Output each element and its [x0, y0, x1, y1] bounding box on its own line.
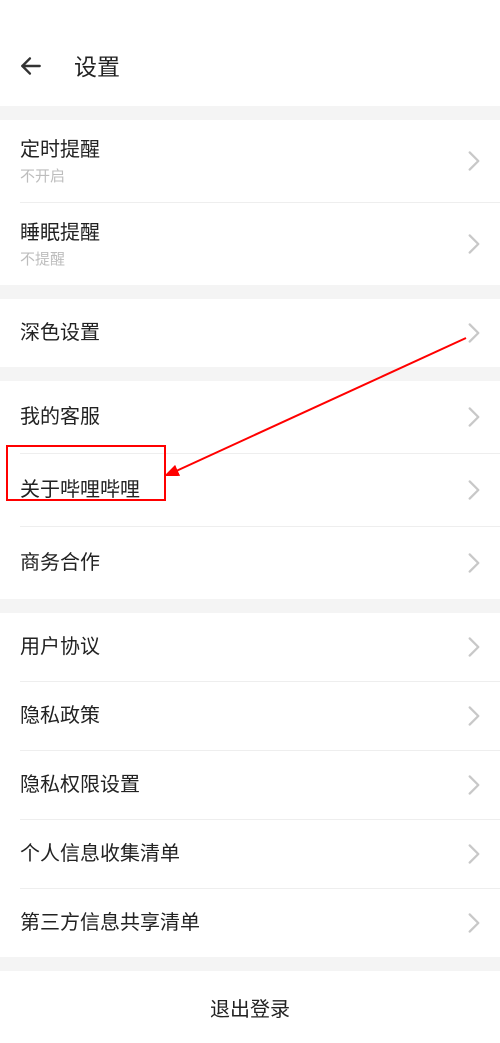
settings-group: 我的客服 关于哔哩哔哩 商务合作	[0, 381, 500, 599]
row-timer-reminder[interactable]: 定时提醒 不开启	[0, 120, 500, 202]
back-button[interactable]	[18, 46, 58, 86]
row-about-bilibili[interactable]: 关于哔哩哔哩	[0, 454, 500, 526]
row-title: 我的客服	[20, 404, 468, 430]
settings-group: 用户协议 隐私政策 隐私权限设置 个人信息收集清单 第三方信息共享清单	[0, 613, 500, 957]
chevron-right-icon	[468, 775, 480, 795]
row-title: 第三方信息共享清单	[20, 910, 468, 936]
chevron-right-icon	[468, 553, 480, 573]
row-business-coop[interactable]: 商务合作	[0, 527, 500, 599]
row-personal-info-list[interactable]: 个人信息收集清单	[0, 820, 500, 888]
page-title: 设置	[74, 48, 120, 82]
row-title: 商务合作	[20, 550, 468, 576]
arrow-left-icon	[18, 53, 44, 79]
row-privacy-policy[interactable]: 隐私政策	[0, 682, 500, 750]
chevron-right-icon	[468, 637, 480, 657]
chevron-right-icon	[468, 844, 480, 864]
chevron-right-icon	[468, 706, 480, 726]
settings-group: 深色设置	[0, 299, 500, 367]
row-support[interactable]: 我的客服	[0, 381, 500, 453]
row-title: 隐私政策	[20, 703, 468, 729]
row-title: 定时提醒	[20, 137, 468, 163]
logout-label: 退出登录	[210, 993, 290, 1022]
row-third-party-share[interactable]: 第三方信息共享清单	[0, 889, 500, 957]
row-title: 个人信息收集清单	[20, 841, 468, 867]
chevron-right-icon	[468, 151, 480, 171]
row-title: 深色设置	[20, 320, 468, 346]
row-subtitle: 不开启	[20, 165, 468, 186]
row-privacy-permission[interactable]: 隐私权限设置	[0, 751, 500, 819]
row-title: 隐私权限设置	[20, 772, 468, 798]
row-dark-mode[interactable]: 深色设置	[0, 299, 500, 367]
row-title: 用户协议	[20, 634, 468, 660]
row-subtitle: 不提醒	[20, 248, 468, 269]
row-user-agreement[interactable]: 用户协议	[0, 613, 500, 681]
row-title: 睡眠提醒	[20, 220, 468, 246]
logout-button[interactable]: 退出登录	[0, 971, 500, 1043]
chevron-right-icon	[468, 407, 480, 427]
chevron-right-icon	[468, 323, 480, 343]
header: 设置	[0, 0, 500, 106]
row-sleep-reminder[interactable]: 睡眠提醒 不提醒	[0, 203, 500, 285]
chevron-right-icon	[468, 480, 480, 500]
chevron-right-icon	[468, 913, 480, 933]
row-title: 关于哔哩哔哩	[20, 477, 468, 503]
settings-group: 定时提醒 不开启 睡眠提醒 不提醒	[0, 120, 500, 285]
chevron-right-icon	[468, 234, 480, 254]
